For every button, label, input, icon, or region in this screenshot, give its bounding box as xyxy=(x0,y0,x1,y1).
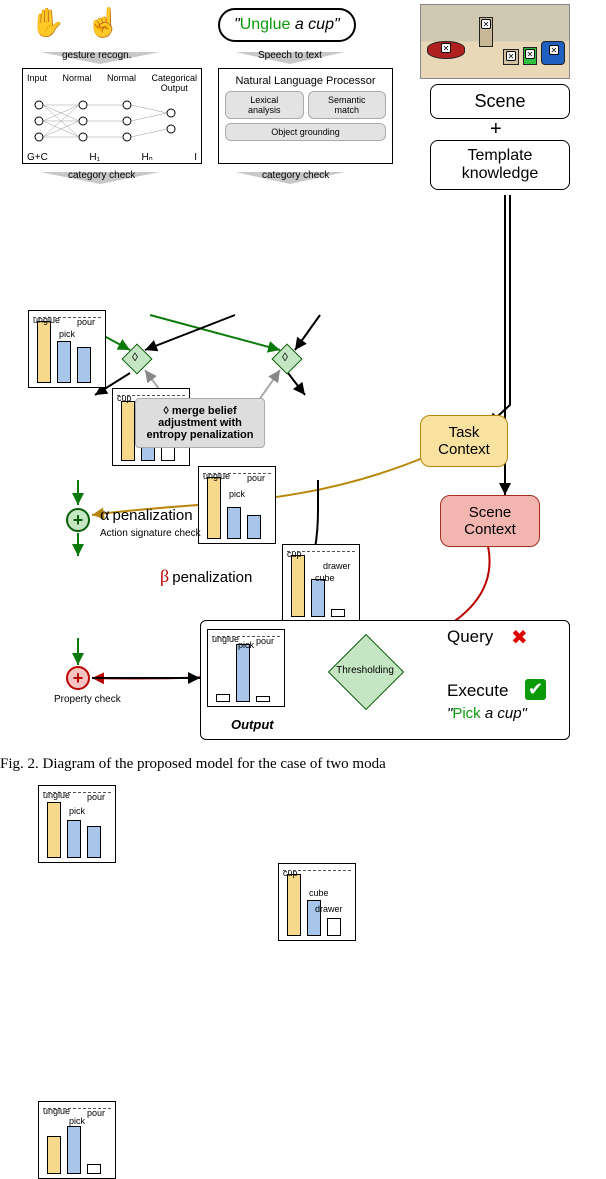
alpha-penal: penalization xyxy=(113,507,193,524)
nn-col-normal1: Normal xyxy=(63,73,92,93)
scene-box: Scene xyxy=(430,84,570,119)
alpha-sym: α xyxy=(100,504,109,524)
nn-col-normal2: Normal xyxy=(107,73,136,93)
nn-h1: H₁ xyxy=(89,152,100,163)
beta-penal: penalization xyxy=(172,569,252,586)
diamond-sym-2: ◊ xyxy=(282,350,288,364)
diamond-sym-1: ◊ xyxy=(132,350,138,364)
chart-nlp-actions: unglue pick pour xyxy=(198,466,276,544)
nn-panel: Input Normal Normal Categorical Output G… xyxy=(22,68,202,164)
scene-image: ✕ ✕ ✕ ✕ ✕ xyxy=(420,4,570,79)
nlp-grounding: Object grounding xyxy=(225,123,386,141)
alpha-plus-node: + xyxy=(66,508,90,532)
gesture-icon-asl: ✋ xyxy=(30,7,65,38)
beta-sym: β xyxy=(160,566,169,586)
execute-phrase: "Pick a cup" xyxy=(447,705,527,722)
nn-col-out: Categorical Output xyxy=(151,73,197,93)
nlp-semantic: Semantic match xyxy=(308,91,387,119)
output-panel: unglue pick pour Thresholding Query ✖ Ex… xyxy=(200,620,570,740)
alpha-label: α penalization xyxy=(100,504,193,525)
nn-i: I xyxy=(194,152,197,163)
chart-gesture-actions: unglue pick pour xyxy=(28,310,106,388)
template-box: Template knowledge xyxy=(430,140,570,190)
chart-alpha-actions: unglue pick pour xyxy=(38,1101,116,1179)
gesture-icon-point: ☝ xyxy=(86,7,121,38)
catcheck-label-left: category check xyxy=(68,170,135,181)
thresholding-label: Thresholding xyxy=(329,665,401,676)
nn-gc: G+C xyxy=(27,152,48,163)
nlp-panel: Natural Language Processor Lexical analy… xyxy=(218,68,393,164)
output-title: Output xyxy=(231,717,274,732)
query-label: Query xyxy=(447,627,493,647)
catcheck-label-right: category check xyxy=(262,170,329,181)
nlp-title: Natural Language Processor xyxy=(225,75,386,87)
nn-diagram-icon xyxy=(27,93,197,149)
execute-label: Execute xyxy=(447,681,508,701)
nn-hn: Hₙ xyxy=(141,152,152,163)
figure-caption: Fig. 2. Diagram of the proposed model fo… xyxy=(0,756,606,773)
speech-verb: Unglue xyxy=(240,16,291,33)
query-x-icon: ✖ xyxy=(511,625,528,650)
chart-final-actions: unglue pick pour xyxy=(207,629,285,707)
beta-plus-node: + xyxy=(66,666,90,690)
task-context-box: Task Context xyxy=(420,415,508,467)
nn-col-input: Input xyxy=(27,73,47,93)
speech2text-label: Speech to text xyxy=(258,50,322,61)
plus-text: + xyxy=(490,118,502,141)
speech-bubble: "Unglue a cup" xyxy=(218,8,356,42)
scene-context-box: Scene Context xyxy=(440,495,540,547)
execute-verb: Pick xyxy=(452,705,480,722)
beta-check: Property check xyxy=(54,694,121,705)
chart-merged-objects: cup cube drawer xyxy=(278,863,356,941)
alpha-check: Action signature check xyxy=(100,528,201,539)
gesture-recogn-label: gesture recogn. xyxy=(62,50,132,61)
nlp-lexical: Lexical analysis xyxy=(225,91,304,119)
merge-note: ◊ merge belief adjustment with entropy p… xyxy=(135,398,265,448)
speech-rest: a cup xyxy=(290,16,334,33)
gesture-icons-area: ✋ ☝ xyxy=(30,6,190,46)
beta-label: β penalization xyxy=(160,566,252,587)
execute-rest: a cup xyxy=(481,705,522,722)
chart-merged-actions: unglue pick pour xyxy=(38,785,116,863)
chart-nlp-objects: cup drawer cube xyxy=(282,544,360,622)
execute-check-icon: ✔ xyxy=(525,679,546,700)
